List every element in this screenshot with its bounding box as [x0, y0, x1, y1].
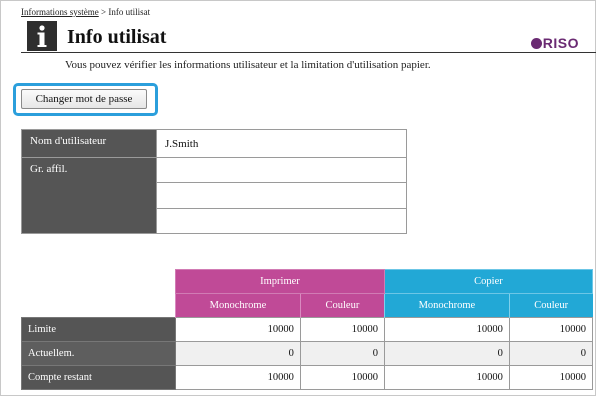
breadcrumb-separator: >: [101, 7, 107, 17]
row-label-current: Actuellem.: [21, 341, 176, 366]
copy-group-header: Copier: [383, 269, 594, 294]
usage-cell: 10000: [508, 317, 594, 342]
user-name-value: J.Smith: [156, 129, 407, 158]
page-description: Vous pouvez vérifier les informations ut…: [65, 59, 431, 71]
copy-monochrome-header: Monochrome: [383, 293, 510, 318]
usage-corner: [21, 293, 176, 318]
group-row: Gr. affil.: [21, 156, 407, 234]
breadcrumb-link-system-info[interactable]: Informations système: [21, 7, 99, 17]
usage-limit-table: Imprimer Copier Monochrome Couleur Monoc…: [21, 269, 594, 390]
group-value-2: [156, 182, 407, 209]
row-label-limit: Limite: [21, 317, 176, 342]
group-value-1: [156, 156, 407, 184]
page-title: Info utilisat: [67, 26, 167, 48]
usage-cell: 0: [383, 341, 510, 366]
copy-color-header: Couleur: [508, 293, 593, 318]
usage-column-header-row: Monochrome Couleur Monochrome Couleur: [21, 293, 593, 318]
usage-cell: 10000: [175, 317, 301, 342]
usage-row-current: Actuellem. 0 0 0 0: [21, 341, 594, 366]
usage-cell: 10000: [508, 365, 594, 390]
user-name-label: Nom d'utilisateur: [21, 129, 157, 158]
group-label: Gr. affil.: [21, 157, 157, 234]
app-frame: Informations système > Info utilisat Inf…: [0, 0, 596, 396]
logo-text: RISO: [542, 35, 579, 51]
usage-cell: 10000: [299, 365, 385, 390]
usage-cell: 10000: [383, 365, 510, 390]
group-value-3: [156, 207, 407, 235]
print-color-header: Couleur: [299, 293, 385, 318]
print-monochrome-header: Monochrome: [175, 293, 301, 318]
user-name-row: Nom d'utilisateur J.Smith: [21, 129, 407, 158]
change-password-button[interactable]: Changer mot de passe: [21, 89, 147, 109]
breadcrumb-current: Info utilisat: [108, 7, 151, 17]
usage-row-limit: Limite 10000 10000 10000 10000: [21, 317, 594, 342]
usage-cell: 10000: [383, 317, 510, 342]
user-info-table: Nom d'utilisateur J.Smith Gr. affil.: [21, 129, 407, 235]
usage-row-remaining: Compte restant 10000 10000 10000 10000: [21, 365, 594, 390]
row-label-remaining: Compte restant: [21, 365, 176, 390]
usage-cell: 0: [508, 341, 594, 366]
breadcrumb: Informations système > Info utilisat: [21, 7, 150, 17]
usage-cell: 0: [299, 341, 385, 366]
usage-cell: 10000: [175, 365, 301, 390]
print-group-header: Imprimer: [175, 269, 385, 294]
logo-mark-icon: [530, 38, 542, 49]
riso-logo: RISO: [530, 35, 579, 51]
info-icon: [27, 21, 57, 51]
usage-corner: [21, 269, 176, 294]
usage-cell: 0: [175, 341, 301, 366]
title-divider: [21, 52, 596, 53]
usage-cell: 10000: [299, 317, 385, 342]
usage-group-header-row: Imprimer Copier: [21, 269, 594, 294]
